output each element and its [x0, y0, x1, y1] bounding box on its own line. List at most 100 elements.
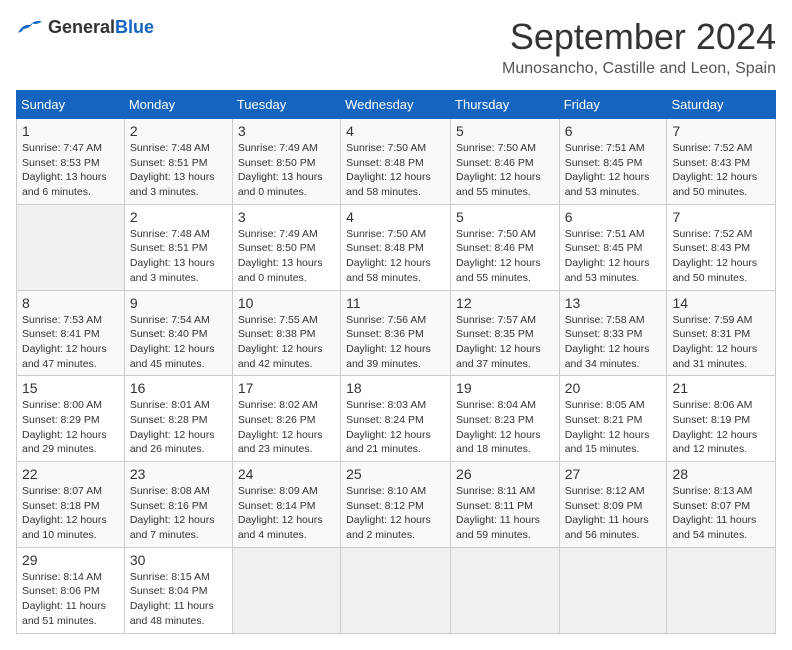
day-number: 19 [456, 380, 554, 396]
calendar-week-row: 8 Sunrise: 7:53 AMSunset: 8:41 PMDayligh… [17, 290, 776, 376]
day-info: Sunrise: 8:06 AMSunset: 8:19 PMDaylight:… [672, 399, 757, 455]
day-info: Sunrise: 8:02 AMSunset: 8:26 PMDaylight:… [238, 399, 323, 455]
day-info: Sunrise: 8:01 AMSunset: 8:28 PMDaylight:… [130, 399, 215, 455]
table-row: 8 Sunrise: 7:53 AMSunset: 8:41 PMDayligh… [17, 290, 125, 376]
day-number: 6 [565, 209, 662, 225]
day-info: Sunrise: 7:58 AMSunset: 8:33 PMDaylight:… [565, 314, 650, 370]
day-number: 5 [456, 209, 554, 225]
table-row: 13 Sunrise: 7:58 AMSunset: 8:33 PMDaylig… [559, 290, 667, 376]
day-number: 11 [346, 295, 445, 311]
table-row: 7 Sunrise: 7:52 AMSunset: 8:43 PMDayligh… [667, 119, 776, 205]
table-row: 22 Sunrise: 8:07 AMSunset: 8:18 PMDaylig… [17, 462, 125, 548]
day-info: Sunrise: 7:50 AMSunset: 8:48 PMDaylight:… [346, 142, 431, 198]
calendar-week-row: 22 Sunrise: 8:07 AMSunset: 8:18 PMDaylig… [17, 462, 776, 548]
day-number: 17 [238, 380, 335, 396]
header-monday: Monday [124, 91, 232, 119]
table-row: 20 Sunrise: 8:05 AMSunset: 8:21 PMDaylig… [559, 376, 667, 462]
table-row: 7 Sunrise: 7:52 AMSunset: 8:43 PMDayligh… [667, 204, 776, 290]
table-row: 29 Sunrise: 8:14 AMSunset: 8:06 PMDaylig… [17, 547, 125, 633]
table-row [232, 547, 340, 633]
logo-text: GeneralBlue [48, 17, 154, 38]
day-number: 2 [130, 209, 227, 225]
table-row: 27 Sunrise: 8:12 AMSunset: 8:09 PMDaylig… [559, 462, 667, 548]
day-info: Sunrise: 7:49 AMSunset: 8:50 PMDaylight:… [238, 228, 323, 284]
day-info: Sunrise: 8:00 AMSunset: 8:29 PMDaylight:… [22, 399, 107, 455]
day-number: 14 [672, 295, 770, 311]
day-number: 13 [565, 295, 662, 311]
day-info: Sunrise: 8:14 AMSunset: 8:06 PMDaylight:… [22, 571, 106, 627]
table-row: 6 Sunrise: 7:51 AMSunset: 8:45 PMDayligh… [559, 119, 667, 205]
day-number: 21 [672, 380, 770, 396]
day-info: Sunrise: 7:57 AMSunset: 8:35 PMDaylight:… [456, 314, 541, 370]
day-info: Sunrise: 7:52 AMSunset: 8:43 PMDaylight:… [672, 228, 757, 284]
day-info: Sunrise: 7:54 AMSunset: 8:40 PMDaylight:… [130, 314, 215, 370]
day-number: 10 [238, 295, 335, 311]
table-row: 28 Sunrise: 8:13 AMSunset: 8:07 PMDaylig… [667, 462, 776, 548]
logo-blue: Blue [115, 17, 154, 37]
header-thursday: Thursday [451, 91, 560, 119]
day-number: 7 [672, 123, 770, 139]
day-info: Sunrise: 7:53 AMSunset: 8:41 PMDaylight:… [22, 314, 107, 370]
day-info: Sunrise: 8:12 AMSunset: 8:09 PMDaylight:… [565, 485, 649, 541]
table-row: 21 Sunrise: 8:06 AMSunset: 8:19 PMDaylig… [667, 376, 776, 462]
calendar-week-row: 29 Sunrise: 8:14 AMSunset: 8:06 PMDaylig… [17, 547, 776, 633]
logo-general: General [48, 17, 115, 37]
day-number: 5 [456, 123, 554, 139]
day-number: 20 [565, 380, 662, 396]
table-row [559, 547, 667, 633]
day-number: 27 [565, 466, 662, 482]
day-info: Sunrise: 8:13 AMSunset: 8:07 PMDaylight:… [672, 485, 756, 541]
day-info: Sunrise: 7:56 AMSunset: 8:36 PMDaylight:… [346, 314, 431, 370]
location: Munosancho, Castille and Leon, Spain [502, 60, 776, 78]
table-row: 30 Sunrise: 8:15 AMSunset: 8:04 PMDaylig… [124, 547, 232, 633]
title-section: September 2024 Munosancho, Castille and … [502, 16, 776, 78]
header-tuesday: Tuesday [232, 91, 340, 119]
day-number: 4 [346, 123, 445, 139]
day-info: Sunrise: 7:47 AMSunset: 8:53 PMDaylight:… [22, 142, 107, 198]
table-row: 4 Sunrise: 7:50 AMSunset: 8:48 PMDayligh… [341, 204, 451, 290]
table-row: 19 Sunrise: 8:04 AMSunset: 8:23 PMDaylig… [451, 376, 560, 462]
table-row: 14 Sunrise: 7:59 AMSunset: 8:31 PMDaylig… [667, 290, 776, 376]
day-info: Sunrise: 7:55 AMSunset: 8:38 PMDaylight:… [238, 314, 323, 370]
header-wednesday: Wednesday [341, 91, 451, 119]
day-info: Sunrise: 7:52 AMSunset: 8:43 PMDaylight:… [672, 142, 757, 198]
day-info: Sunrise: 7:50 AMSunset: 8:46 PMDaylight:… [456, 228, 541, 284]
table-row [667, 547, 776, 633]
table-row: 16 Sunrise: 8:01 AMSunset: 8:28 PMDaylig… [124, 376, 232, 462]
calendar-week-row: 2 Sunrise: 7:48 AMSunset: 8:51 PMDayligh… [17, 204, 776, 290]
calendar-week-row: 15 Sunrise: 8:00 AMSunset: 8:29 PMDaylig… [17, 376, 776, 462]
day-number: 26 [456, 466, 554, 482]
day-number: 25 [346, 466, 445, 482]
day-info: Sunrise: 7:50 AMSunset: 8:48 PMDaylight:… [346, 228, 431, 284]
table-row: 11 Sunrise: 7:56 AMSunset: 8:36 PMDaylig… [341, 290, 451, 376]
day-info: Sunrise: 8:11 AMSunset: 8:11 PMDaylight:… [456, 485, 540, 541]
table-row: 18 Sunrise: 8:03 AMSunset: 8:24 PMDaylig… [341, 376, 451, 462]
day-info: Sunrise: 8:10 AMSunset: 8:12 PMDaylight:… [346, 485, 431, 541]
day-number: 28 [672, 466, 770, 482]
day-number: 24 [238, 466, 335, 482]
table-row: 24 Sunrise: 8:09 AMSunset: 8:14 PMDaylig… [232, 462, 340, 548]
day-number: 7 [672, 209, 770, 225]
day-number: 3 [238, 123, 335, 139]
logo-icon [16, 16, 44, 38]
day-info: Sunrise: 8:04 AMSunset: 8:23 PMDaylight:… [456, 399, 541, 455]
table-row [17, 204, 125, 290]
day-number: 8 [22, 295, 119, 311]
table-row: 5 Sunrise: 7:50 AMSunset: 8:46 PMDayligh… [451, 204, 560, 290]
day-number: 3 [238, 209, 335, 225]
day-info: Sunrise: 7:48 AMSunset: 8:51 PMDaylight:… [130, 142, 215, 198]
table-row: 23 Sunrise: 8:08 AMSunset: 8:16 PMDaylig… [124, 462, 232, 548]
table-row: 17 Sunrise: 8:02 AMSunset: 8:26 PMDaylig… [232, 376, 340, 462]
day-number: 6 [565, 123, 662, 139]
day-number: 4 [346, 209, 445, 225]
day-info: Sunrise: 8:05 AMSunset: 8:21 PMDaylight:… [565, 399, 650, 455]
day-info: Sunrise: 8:03 AMSunset: 8:24 PMDaylight:… [346, 399, 431, 455]
table-row: 10 Sunrise: 7:55 AMSunset: 8:38 PMDaylig… [232, 290, 340, 376]
day-number: 12 [456, 295, 554, 311]
calendar-table: Sunday Monday Tuesday Wednesday Thursday… [16, 90, 776, 634]
logo: GeneralBlue [16, 16, 154, 38]
day-number: 23 [130, 466, 227, 482]
day-info: Sunrise: 7:50 AMSunset: 8:46 PMDaylight:… [456, 142, 541, 198]
calendar-week-row: 1 Sunrise: 7:47 AMSunset: 8:53 PMDayligh… [17, 119, 776, 205]
day-info: Sunrise: 7:48 AMSunset: 8:51 PMDaylight:… [130, 228, 215, 284]
